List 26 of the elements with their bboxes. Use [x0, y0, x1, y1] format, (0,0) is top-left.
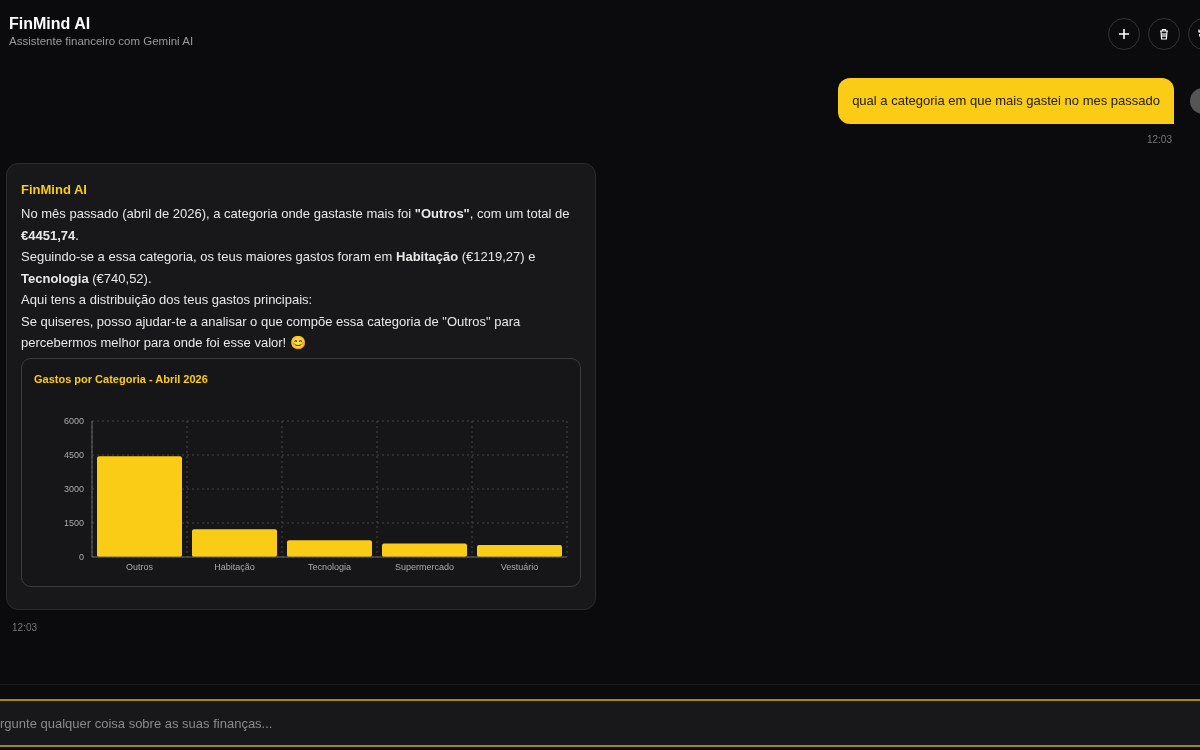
x-tick-label: Tecnologia: [308, 562, 351, 572]
new-button[interactable]: [1108, 18, 1140, 50]
app-subtitle: Assistente financeiro com Gemini AI: [9, 34, 194, 50]
x-tick-label: Habitação: [214, 562, 255, 572]
x-tick-label: Supermercado: [395, 562, 454, 572]
plus-icon: [1117, 27, 1131, 41]
x-tick-label: Vestuário: [500, 562, 539, 572]
message-time: 12:03: [12, 621, 38, 635]
chart-title: Gastos por Categoria - Abril 2026: [34, 371, 209, 387]
x-tick-label: Outros: [126, 562, 153, 572]
app-title: FinMind AI: [9, 14, 92, 34]
delete-button[interactable]: [1148, 18, 1180, 50]
y-tick-label: 0: [79, 552, 84, 562]
y-tick-label: 1500: [63, 518, 84, 528]
sender-name: FinMind AI: [21, 180, 88, 199]
message-text: Se quiseres, posso ajudar-te a analisar o que compõe essa categoria de "Outros" para percebermos melhor para onde foi esse valor! 😊: [21, 312, 522, 352]
user-message: qual a categoria em que mais gastei no mes passado: [838, 78, 1174, 124]
y-tick-label: 4500: [63, 450, 84, 460]
trash-icon: [1157, 27, 1171, 41]
message-time: 12:03: [1146, 132, 1172, 147]
y-tick-label: 3000: [63, 484, 84, 494]
message-text: Seguindo-se a essa categoria, os teus maiores gastos foram em Habitação (€1219,27) e Tecnologia (€740,52).: [21, 248, 537, 288]
message-input[interactable]: rgunte qualquer coisa sobre as suas finanças...: [0, 699, 1200, 747]
y-tick-label: 6000: [63, 416, 84, 426]
message-text: No mês passado (abril de 2026), a categoria onde gastaste mais foi "Outros", com um total de €4451,74.: [21, 205, 571, 245]
message-text: Aqui tens a distribuição dos teus gastos principais:: [21, 291, 314, 309]
